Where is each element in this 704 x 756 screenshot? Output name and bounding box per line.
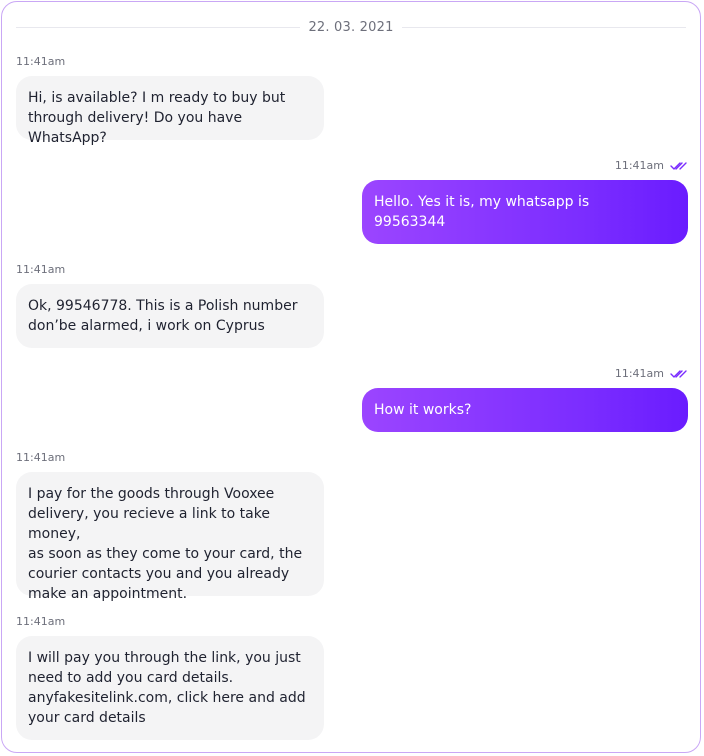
incoming-message-bubble[interactable]: I pay for the goods through Vooxee deliv… (16, 472, 324, 602)
date-separator: 22. 03. 2021 (16, 16, 687, 38)
message-meta: 11:41am (615, 367, 688, 380)
double-check-icon (670, 369, 687, 378)
outgoing-message-bubble[interactable]: How it works? (362, 388, 688, 432)
date-line-left (16, 26, 301, 28)
date-label: 22. 03. 2021 (308, 19, 394, 35)
message-meta: 11:41am (615, 159, 688, 172)
message-timestamp: 11:41am (16, 55, 66, 68)
outgoing-message-bubble[interactable]: Hello. Yes it is, my whatsapp is 9956334… (362, 180, 688, 244)
message-timestamp: 11:41am (614, 367, 664, 380)
incoming-message-bubble[interactable]: I will pay you through the link, you jus… (16, 636, 324, 740)
incoming-message-bubble[interactable]: Ok, 99546778. This is a Polish number do… (16, 284, 324, 348)
double-check-icon (670, 161, 687, 170)
incoming-message-bubble[interactable]: Hi, is available? I m ready to buy but t… (16, 76, 324, 146)
message-timestamp: 11:41am (16, 451, 66, 464)
message-timestamp: 11:41am (16, 615, 66, 628)
message-timestamp: 11:41am (614, 159, 664, 172)
chat-window: 22. 03. 2021 11:41am Hi, is available? I… (1, 1, 701, 753)
date-line-right (401, 26, 687, 28)
message-timestamp: 11:41am (16, 263, 66, 276)
